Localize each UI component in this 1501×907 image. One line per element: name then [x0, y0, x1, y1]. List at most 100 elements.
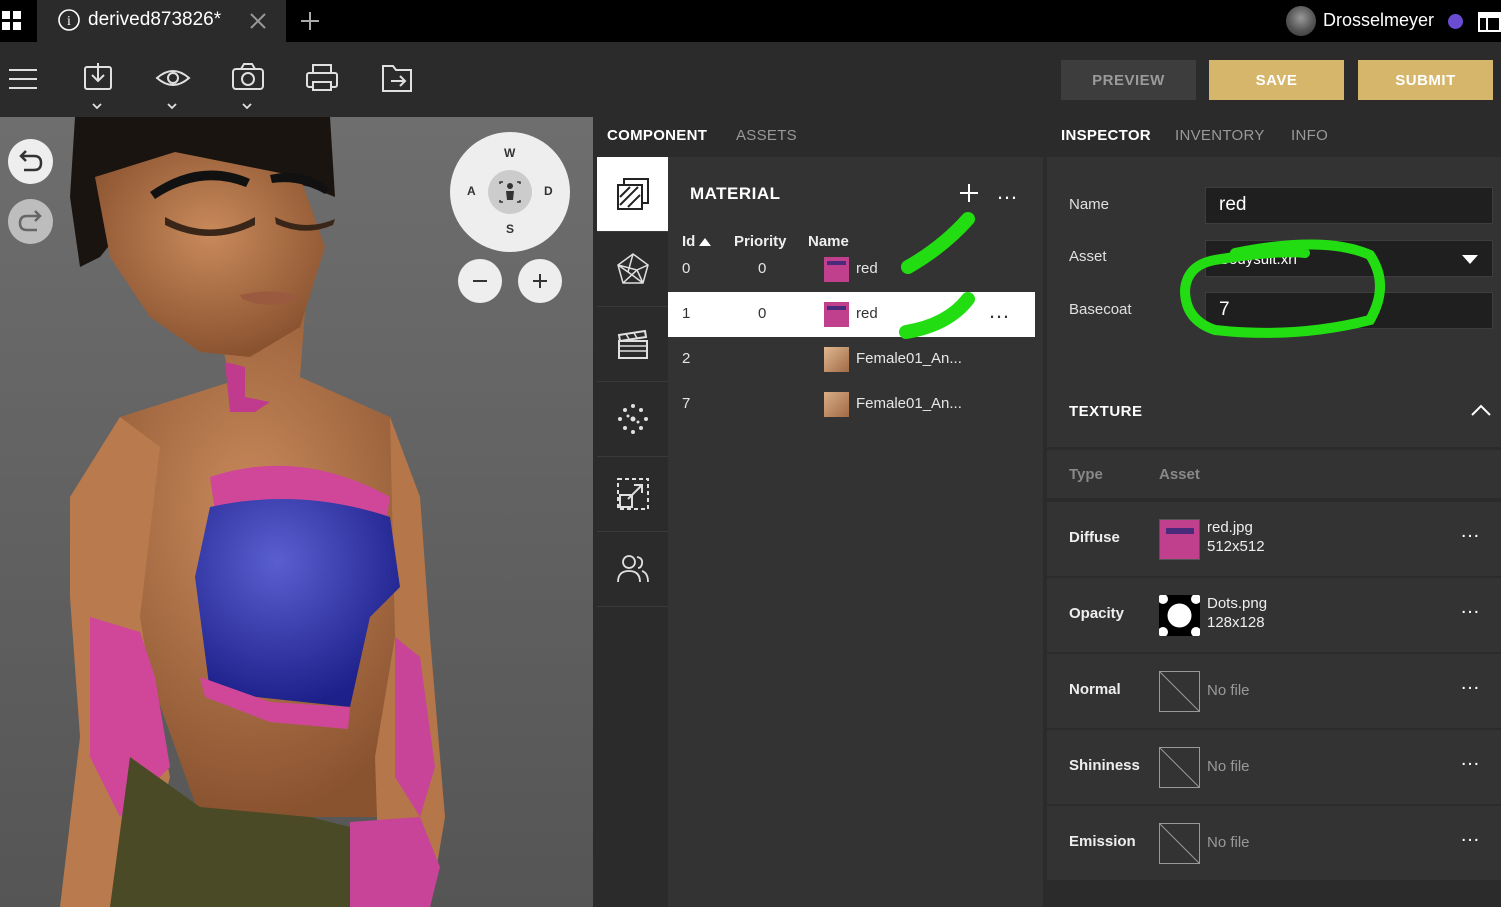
texture-row-opacity[interactable]: Opacity Dots.png 128x128 … — [1047, 578, 1501, 654]
component-type-sidebar — [597, 157, 668, 907]
texture-file: No file — [1207, 758, 1250, 775]
particles-tab-button[interactable] — [597, 382, 668, 457]
compass-south[interactable]: S — [506, 222, 514, 236]
texture-section-header[interactable]: TEXTURE — [1047, 367, 1501, 447]
info-icon[interactable]: i — [57, 8, 81, 32]
snapshot-button[interactable] — [230, 60, 270, 110]
material-tab-button[interactable] — [597, 157, 668, 232]
texture-row-shininess[interactable]: Shininess No file … — [1047, 730, 1501, 806]
camera-compass[interactable]: W A D S — [450, 132, 570, 252]
material-list: MATERIAL … Id Priority Name 0 0 red 1 0 … — [668, 157, 1043, 907]
texture-row-diffuse[interactable]: Diffuse red.jpg 512x512 … — [1047, 502, 1501, 578]
chevron-up-icon[interactable] — [1471, 404, 1491, 416]
component-panel: COMPONENT ASSETS MATERIAL … Id Priority … — [597, 117, 1043, 907]
tab-component[interactable]: COMPONENT — [607, 127, 707, 144]
eye-icon — [155, 70, 191, 110]
skin-texture-thumbnail — [824, 347, 849, 372]
animation-tab-button[interactable] — [597, 307, 668, 382]
layout-icon[interactable] — [1478, 12, 1501, 32]
red-texture-thumbnail — [1159, 519, 1200, 560]
texture-more-icon[interactable]: … — [1460, 824, 1481, 847]
avatar[interactable] — [1286, 6, 1316, 36]
mesh-tab-button[interactable] — [597, 232, 668, 307]
redo-button[interactable] — [8, 199, 53, 244]
row-name: red — [856, 260, 878, 277]
texture-more-icon[interactable]: … — [1460, 748, 1481, 771]
row-more-icon[interactable]: … — [988, 298, 1010, 324]
name-field[interactable]: red — [1205, 187, 1493, 224]
texture-title: TEXTURE — [1069, 403, 1143, 420]
close-tab-icon[interactable] — [250, 13, 266, 29]
texture-type: Emission — [1069, 833, 1136, 850]
main-toolbar: PREVIEW SAVE SUBMIT — [0, 42, 1501, 117]
texture-file-info: red.jpg 512x512 — [1207, 518, 1265, 556]
texture-row-normal[interactable]: Normal No file … — [1047, 654, 1501, 730]
preview-button[interactable]: PREVIEW — [1061, 60, 1196, 100]
texture-more-icon[interactable]: … — [1460, 672, 1481, 695]
skin-texture-thumbnail — [824, 392, 849, 417]
row-name: red — [856, 305, 878, 322]
empty-texture-icon — [1159, 671, 1200, 712]
texture-file-info: Dots.png 128x128 — [1207, 594, 1267, 632]
texture-more-icon[interactable]: … — [1460, 596, 1481, 619]
save-button[interactable]: SAVE — [1209, 60, 1344, 100]
apps-grid-icon[interactable] — [2, 11, 22, 31]
clapperboard-icon — [617, 329, 648, 359]
add-material-icon[interactable] — [959, 183, 979, 203]
dots-texture-thumbnail — [1158, 594, 1201, 637]
title-bar: i derived873826* Drosselmeyer — [0, 0, 1501, 42]
texture-size: 128x128 — [1207, 614, 1265, 631]
row-id: 2 — [682, 350, 691, 367]
3d-viewport[interactable]: W A D S — [0, 117, 593, 907]
new-tab-icon[interactable] — [300, 11, 320, 31]
column-type: Type — [1069, 466, 1103, 483]
tab-assets[interactable]: ASSETS — [736, 127, 797, 144]
export-button[interactable] — [380, 60, 420, 100]
texture-type: Opacity — [1069, 605, 1125, 622]
users-tab-button[interactable] — [597, 532, 668, 607]
tab-title: derived873826* — [88, 9, 222, 30]
export-icon — [382, 65, 412, 92]
texture-row-emission[interactable]: Emission No file … — [1047, 806, 1501, 882]
users-icon — [616, 555, 649, 583]
undo-button[interactable] — [8, 139, 53, 184]
row-id: 0 — [682, 260, 691, 277]
username[interactable]: Drosselmeyer — [1323, 10, 1434, 31]
scale-tab-button[interactable] — [597, 457, 668, 532]
zoom-in-button[interactable] — [518, 259, 562, 303]
row-id: 1 — [682, 305, 691, 322]
import-button[interactable] — [80, 60, 120, 110]
undo-icon — [19, 150, 43, 172]
asset-label: Asset — [1069, 248, 1107, 265]
section-title: MATERIAL — [690, 184, 781, 203]
table-row[interactable]: 7 Female01_An... — [668, 382, 1035, 427]
camera-icon — [232, 63, 264, 110]
view-button[interactable] — [155, 60, 195, 110]
minus-icon — [473, 280, 487, 282]
compass-west[interactable]: A — [467, 184, 476, 198]
compass-north[interactable]: W — [504, 146, 515, 160]
texture-file: No file — [1207, 682, 1250, 699]
compass-east[interactable]: D — [544, 184, 553, 198]
annotation-circle — [1179, 239, 1385, 338]
menu-icon[interactable] — [9, 68, 37, 90]
document-tab[interactable]: i derived873826* — [37, 0, 286, 42]
texture-more-icon[interactable]: … — [1460, 520, 1481, 543]
tab-info[interactable]: INFO — [1291, 127, 1328, 144]
chevron-down-icon — [1462, 255, 1478, 264]
section-more-icon[interactable]: … — [996, 179, 1019, 205]
zoom-out-button[interactable] — [458, 259, 502, 303]
sort-asc-icon[interactable] — [699, 237, 711, 246]
red-texture-thumbnail — [824, 302, 849, 327]
mesh-icon — [616, 253, 649, 284]
tab-inspector[interactable]: INSPECTOR — [1061, 127, 1151, 144]
texture-columns: Type Asset — [1047, 450, 1501, 500]
submit-button[interactable]: SUBMIT — [1358, 60, 1493, 100]
vip-badge-icon — [1448, 14, 1463, 29]
column-asset: Asset — [1159, 466, 1200, 483]
inspector-panel: INSPECTOR INVENTORY INFO Name red Asset … — [1047, 117, 1501, 907]
print-button[interactable] — [305, 60, 345, 100]
material-icon — [616, 178, 649, 210]
focus-avatar-button[interactable] — [488, 170, 532, 214]
tab-inventory[interactable]: INVENTORY — [1175, 127, 1265, 144]
